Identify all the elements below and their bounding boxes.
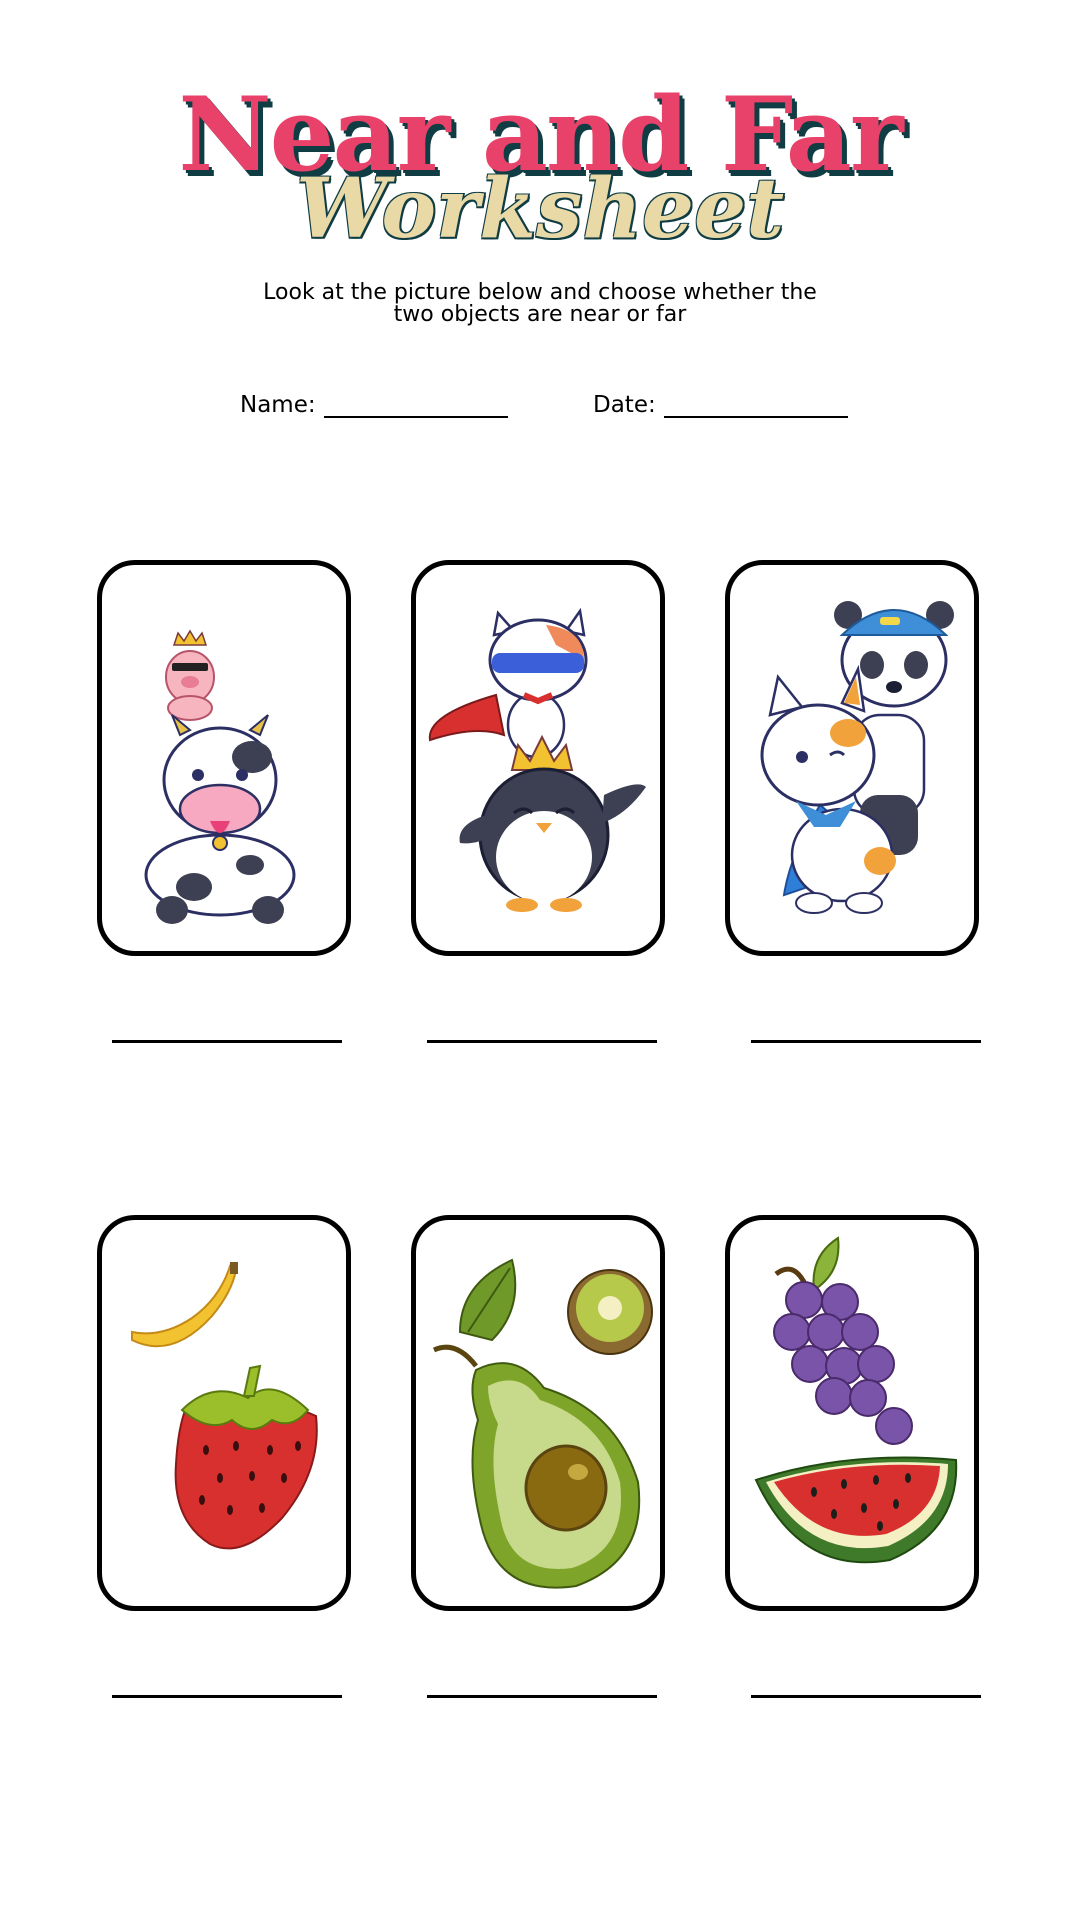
kiwi-icon xyxy=(567,1269,653,1355)
avocado-icon xyxy=(432,1344,641,1589)
pig-with-crown-icon xyxy=(165,629,215,721)
worksheet-subtitle: Worksheet xyxy=(295,161,785,257)
date-field[interactable]: Date: xyxy=(593,392,848,418)
picture-card-1 xyxy=(97,560,351,956)
cow-icon xyxy=(144,714,296,924)
answer-line-3[interactable] xyxy=(751,1040,981,1043)
picture-card-4 xyxy=(97,1215,351,1611)
picture-card-3 xyxy=(725,560,979,956)
leaf-icon xyxy=(458,1258,517,1342)
instructions-text: Look at the picture below and choose whe… xyxy=(263,280,817,327)
answer-line-5[interactable] xyxy=(427,1695,657,1698)
picture-card-5 xyxy=(411,1215,665,1611)
date-blank-line[interactable] xyxy=(663,394,848,418)
name-field[interactable]: Name: xyxy=(240,392,508,418)
banana-icon xyxy=(131,1262,238,1348)
name-label: Name: xyxy=(240,392,316,418)
superhero-cat-icon xyxy=(428,607,588,759)
answer-line-4[interactable] xyxy=(112,1695,342,1698)
worksheet-title-block: Near and Far Worksheet xyxy=(0,70,1080,270)
date-label: Date: xyxy=(593,392,656,418)
watermelon-icon xyxy=(754,1456,958,1564)
answer-line-2[interactable] xyxy=(427,1040,657,1043)
answer-line-6[interactable] xyxy=(751,1695,981,1698)
strawberry-icon xyxy=(174,1364,318,1550)
picture-card-6 xyxy=(725,1215,979,1611)
answer-line-1[interactable] xyxy=(112,1040,342,1043)
picture-card-2 xyxy=(411,560,665,956)
penguin-with-crown-icon xyxy=(459,734,646,912)
name-blank-line[interactable] xyxy=(323,394,508,418)
grapes-icon xyxy=(773,1236,913,1445)
